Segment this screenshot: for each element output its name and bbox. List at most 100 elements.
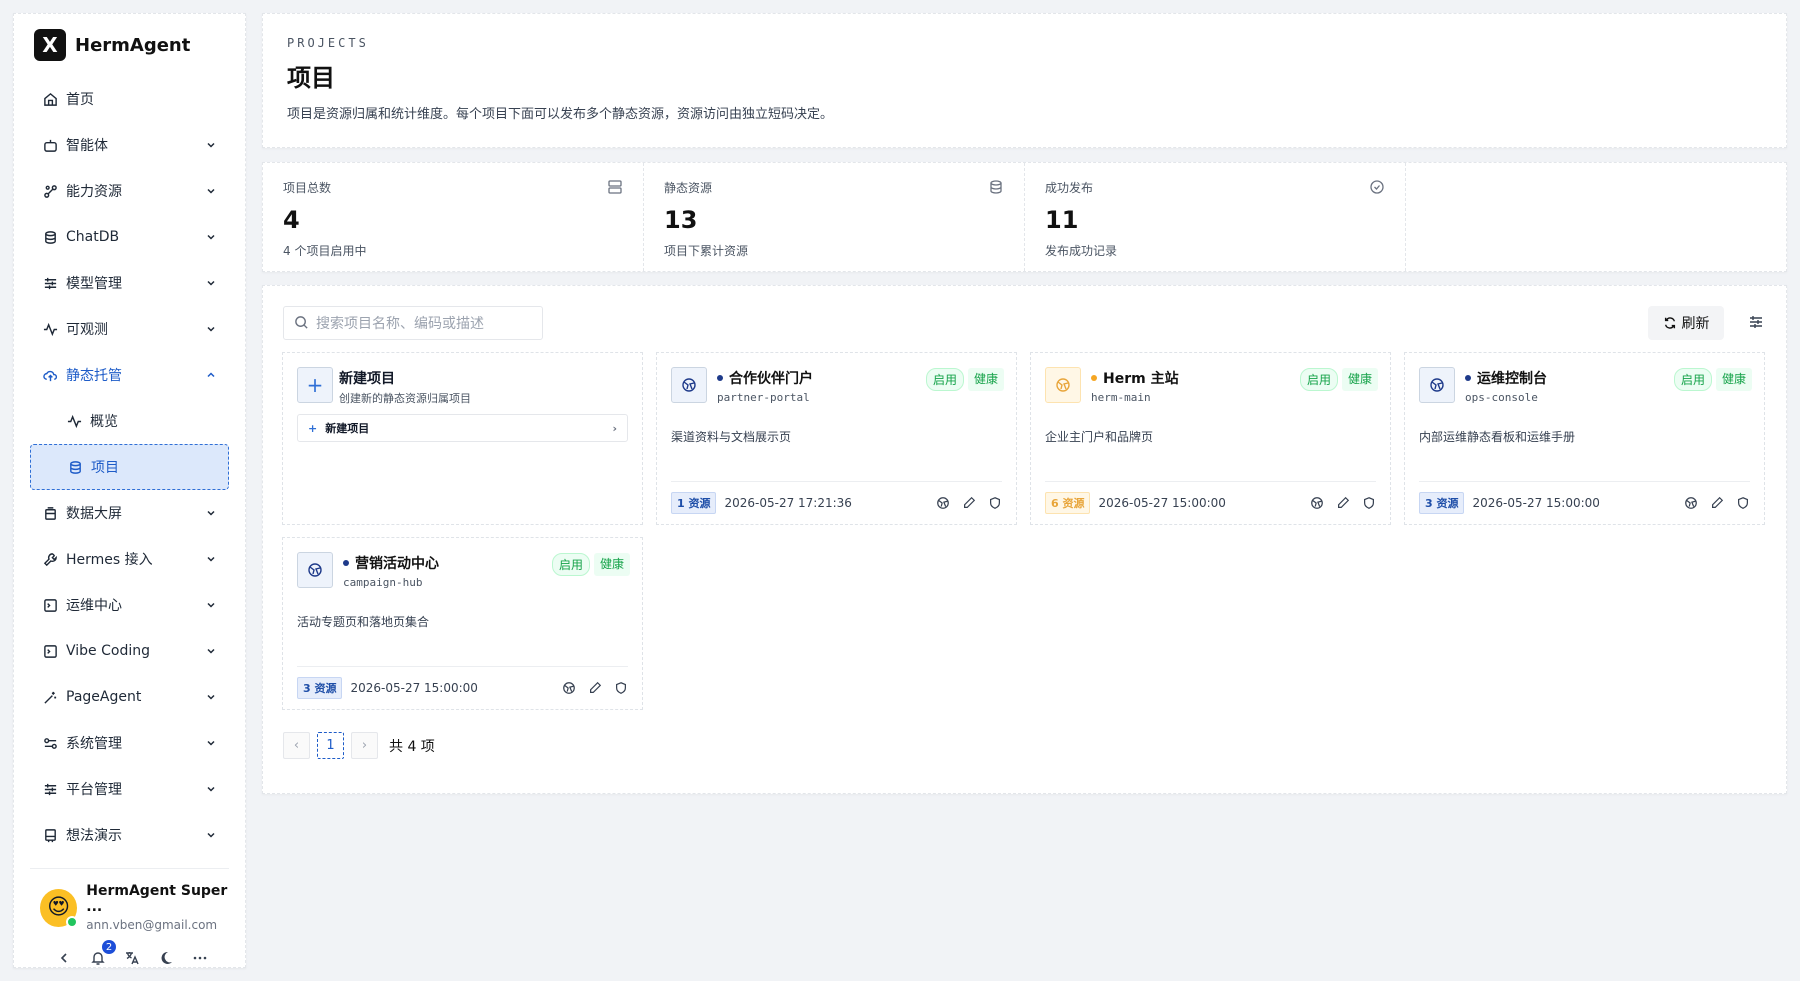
sidebar-item-label: 模型管理	[66, 276, 122, 292]
sidebar-item-static-hosting[interactable]: 静态托管	[30, 352, 229, 398]
pencil-icon	[1712, 496, 1724, 508]
collapse-sidebar-button[interactable]	[54, 948, 74, 968]
next-page-button[interactable]: ›	[351, 732, 378, 759]
health-badge: 健康	[593, 553, 630, 576]
project-card[interactable]: 营销活动中心 campaign-hub 启用 健康 活动专题页和落地页集合 3 资…	[282, 537, 643, 710]
sidebar-item-label: 平台管理	[66, 782, 122, 798]
project-code: herm-main	[1091, 391, 1151, 404]
chevron-down-icon	[205, 139, 217, 151]
sidebar-item-platform[interactable]: 平台管理	[30, 766, 229, 812]
avatar-emoji: 😍	[47, 895, 71, 920]
security-button[interactable]	[1362, 496, 1376, 510]
new-project-card[interactable]: + 新建项目 创建新的静态资源归属项目 + 新建项目 ›	[282, 352, 643, 525]
sidebar-subitem-overview[interactable]: 概览	[30, 398, 229, 444]
new-project-button[interactable]: + 新建项目 ›	[297, 414, 628, 442]
avatar[interactable]: 😍	[40, 888, 79, 928]
security-button[interactable]	[988, 496, 1002, 510]
stat-subtext: 4 个项目启用中	[283, 244, 367, 258]
pencil-icon	[1338, 496, 1350, 508]
stat-label: 静态资源	[664, 181, 713, 195]
nodes-icon	[42, 183, 58, 199]
user-email: ann.vben@gmail.com	[86, 918, 218, 932]
page-number-button[interactable]: 1	[317, 732, 344, 759]
chevron-right-icon: ›	[612, 421, 617, 435]
sidebar-item-agents[interactable]: 智能体	[30, 122, 229, 168]
sliders-icon	[42, 275, 58, 291]
notification-count-badge: 2	[102, 940, 116, 954]
edit-button[interactable]	[588, 681, 602, 695]
edit-button[interactable]	[962, 496, 976, 510]
sidebar-item-system[interactable]: 系统管理	[30, 720, 229, 766]
globe-icon	[563, 682, 575, 694]
status-dot	[1465, 375, 1471, 381]
status-badge: 启用	[1299, 368, 1338, 391]
open-site-button[interactable]	[1684, 496, 1698, 510]
sidebar-item-ideas[interactable]: 想法演示	[30, 812, 229, 858]
open-site-button[interactable]	[562, 681, 576, 695]
project-description: 活动专题页和落地页集合	[297, 615, 430, 629]
project-updated-time: 2026-05-27 15:00:00	[1098, 496, 1226, 510]
language-button[interactable]	[122, 948, 142, 968]
sidebar-menu: 首页 智能体 能力资源 ChatDB 模型管理 可观测 静态托管 概览 项目 数…	[14, 76, 245, 858]
sliders-icon	[42, 781, 58, 797]
notifications-button[interactable]: 2	[88, 940, 116, 968]
chevron-down-icon	[205, 783, 217, 795]
health-badge: 健康	[1341, 368, 1378, 391]
user-profile[interactable]: 😍 HermAgent Super ... ann.vben@gmail.com	[14, 869, 245, 932]
sidebar-item-pageagent[interactable]: PageAgent	[30, 674, 229, 720]
project-card[interactable]: Herm 主站 herm-main 启用 健康 企业主门户和品牌页 6 资源 20…	[1030, 352, 1391, 525]
sidebar-item-ops[interactable]: 运维中心	[30, 582, 229, 628]
project-card[interactable]: 合作伙伴门户 partner-portal 启用 健康 渠道资料与文档展示页 1 …	[656, 352, 1017, 525]
project-name[interactable]: 运维控制台	[1465, 368, 1547, 388]
open-site-button[interactable]	[1310, 496, 1324, 510]
refresh-label: 刷新	[1681, 316, 1710, 332]
sidebar-item-capabilities[interactable]: 能力资源	[30, 168, 229, 214]
globe-icon	[1311, 497, 1323, 509]
more-button[interactable]	[190, 948, 210, 968]
sidebar-item-label: 系统管理	[66, 736, 122, 752]
sidebar-item-vibe-coding[interactable]: Vibe Coding	[30, 628, 229, 674]
plus-icon: +	[297, 367, 333, 403]
open-site-button[interactable]	[936, 496, 950, 510]
project-name[interactable]: 合作伙伴门户	[717, 368, 813, 388]
globe-icon	[1045, 367, 1081, 403]
shield-icon	[616, 682, 626, 694]
security-button[interactable]	[614, 681, 628, 695]
filter-settings-button[interactable]	[1748, 314, 1766, 332]
project-name-text: Herm 主站	[1103, 371, 1179, 387]
theme-toggle-button[interactable]	[156, 948, 176, 968]
project-name[interactable]: 营销活动中心	[343, 553, 439, 573]
chevron-up-icon	[205, 369, 217, 381]
translate-icon	[126, 952, 139, 965]
project-card[interactable]: 运维控制台 ops-console 启用 健康 内部运维静态看板和运维手册 3 资…	[1404, 352, 1765, 525]
search-input[interactable]: 搜索项目名称、编码或描述	[283, 306, 543, 340]
edit-button[interactable]	[1336, 496, 1350, 510]
health-badge: 健康	[1715, 368, 1752, 391]
sidebar-item-dashboard[interactable]: 数据大屏	[30, 490, 229, 536]
security-button[interactable]	[1736, 496, 1750, 510]
sidebar-item-models[interactable]: 模型管理	[30, 260, 229, 306]
stats-panel: 项目总数 4 4 个项目启用中 静态资源 13 项目下累计资源 成功发布 11 …	[262, 162, 1787, 272]
sidebar-item-home[interactable]: 首页	[30, 76, 229, 122]
project-description: 渠道资料与文档展示页	[671, 430, 792, 444]
project-description: 企业主门户和品牌页	[1045, 430, 1154, 444]
brand[interactable]: X HermAgent	[14, 14, 245, 76]
refresh-button[interactable]: 刷新	[1648, 306, 1724, 340]
refresh-icon	[1664, 317, 1675, 329]
stat-value: 13	[664, 206, 698, 234]
moon-icon	[161, 951, 172, 964]
activity-icon	[42, 321, 58, 337]
sidebar-subitem-projects[interactable]: 项目	[30, 444, 229, 490]
sidebar-item-label: PageAgent	[66, 689, 142, 705]
sidebar-item-label: 项目	[91, 460, 119, 476]
sidebar-item-chatdb[interactable]: ChatDB	[30, 214, 229, 260]
prev-page-button[interactable]: ‹	[283, 732, 310, 759]
sidebar-item-observability[interactable]: 可观测	[30, 306, 229, 352]
project-name[interactable]: Herm 主站	[1091, 368, 1179, 388]
edit-button[interactable]	[1710, 496, 1724, 510]
health-badge: 健康	[967, 368, 1004, 391]
plus-icon: +	[308, 421, 318, 435]
sidebar-item-hermes[interactable]: Hermes 接入	[30, 536, 229, 582]
chevron-down-icon	[205, 323, 217, 335]
project-updated-time: 2026-05-27 15:00:00	[1472, 496, 1600, 510]
